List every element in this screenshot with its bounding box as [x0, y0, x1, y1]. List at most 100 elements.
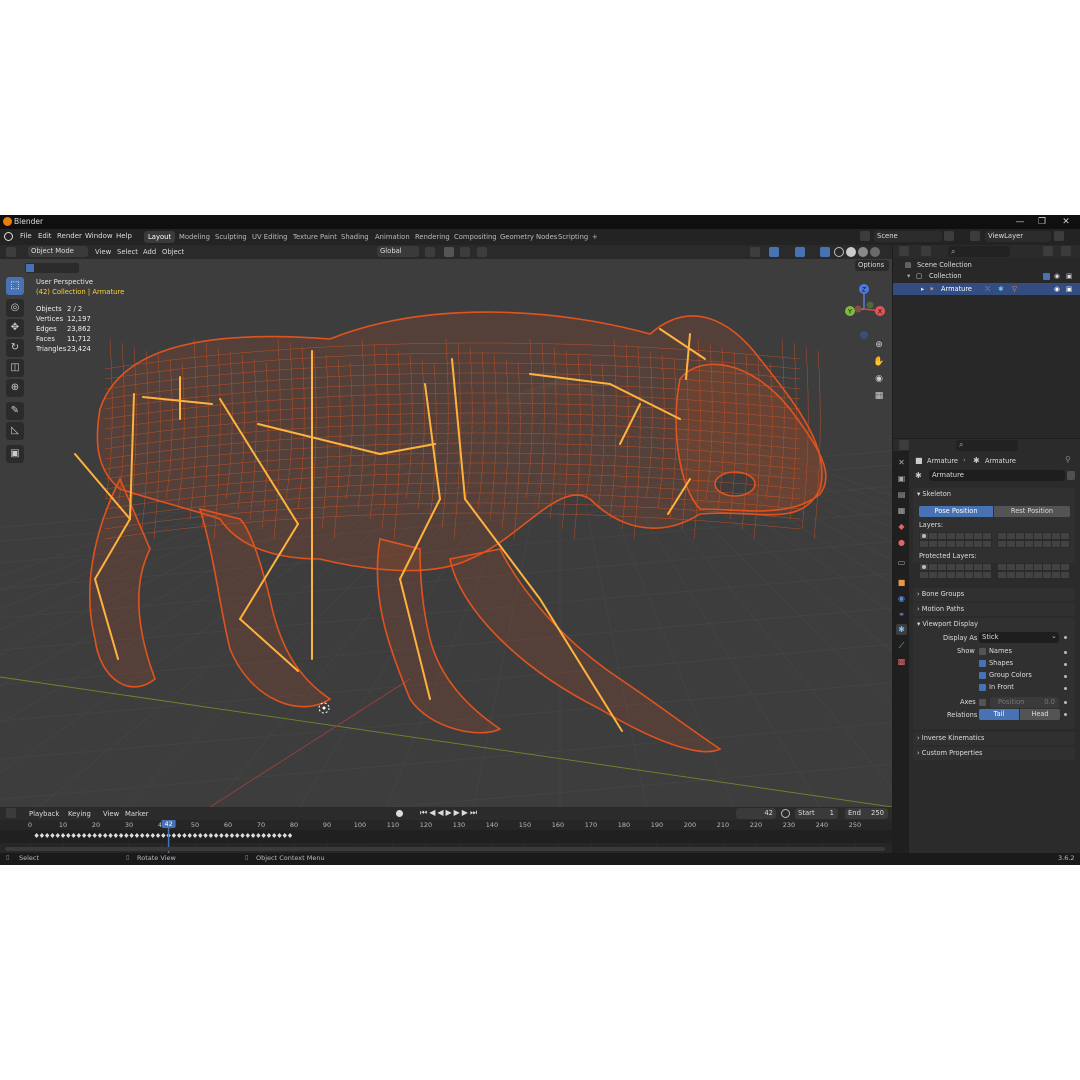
move-icon[interactable]: ✥	[6, 319, 24, 337]
relations-tail-button[interactable]: Tail	[979, 709, 1019, 720]
scene-icon[interactable]	[860, 231, 870, 241]
timeline-editor-type-icon[interactable]	[6, 808, 16, 818]
rotate-icon[interactable]: ↻	[6, 339, 24, 357]
rendered-shading-icon[interactable]	[870, 247, 880, 257]
neg-y-axis-icon[interactable]	[866, 301, 874, 309]
options-dropdown[interactable]: Options	[855, 260, 889, 271]
tab-geometry-nodes[interactable]: Geometry Nodes	[496, 231, 561, 243]
decorator-dot-icon[interactable]	[1064, 687, 1067, 690]
editor-type-icon[interactable]	[6, 247, 16, 257]
timeline-ruler[interactable]: 0102030405060708090100110120130140150160…	[0, 820, 892, 853]
timeline-editor[interactable]: Playback Keying View Marker ⏮◀◀▶▶▶⏭ 42 S…	[0, 807, 892, 853]
display-mode-icon[interactable]	[921, 246, 931, 256]
hand-icon[interactable]: ✋	[872, 355, 886, 369]
tab-shading[interactable]: Shading	[337, 231, 373, 243]
collection-tab-icon[interactable]: ▭	[896, 557, 907, 568]
camera-render-icon[interactable]: ▣	[1066, 271, 1072, 282]
tab-sculpting[interactable]: Sculpting	[211, 231, 251, 243]
scale-icon[interactable]: ◫	[6, 359, 24, 377]
menu-render[interactable]: Render	[57, 232, 82, 240]
filter-icon[interactable]	[1043, 246, 1053, 256]
decorator-dot-icon[interactable]	[1064, 701, 1067, 704]
constraints-tab-icon[interactable]: ⚭	[896, 609, 907, 620]
decorator-dot-icon[interactable]	[1064, 663, 1067, 666]
gizmo-toggle-icon[interactable]	[769, 247, 779, 257]
visibility-icon[interactable]	[750, 247, 760, 257]
render-tab-icon[interactable]: ▣	[896, 473, 907, 484]
tab-layout[interactable]: Layout	[144, 231, 176, 243]
camera-icon[interactable]: ◉	[872, 372, 886, 386]
menu-edit[interactable]: Edit	[38, 232, 52, 240]
decorator-dot-icon[interactable]	[1064, 713, 1067, 716]
properties-editor-type-icon[interactable]	[899, 440, 909, 450]
layer-toggle[interactable]	[982, 571, 992, 579]
properties-search-input[interactable]	[956, 440, 1018, 451]
bone-groups-panel-header[interactable]: › Bone Groups	[913, 588, 1075, 601]
motion-paths-panel-header[interactable]: › Motion Paths	[913, 603, 1075, 616]
tab-animation[interactable]: Animation	[371, 231, 414, 243]
tab-compositing[interactable]: Compositing	[450, 231, 501, 243]
mode-selector[interactable]: Object Mode	[28, 246, 88, 257]
armature-data-tab-icon[interactable]: ✱	[896, 624, 907, 635]
wireframe-shading-icon[interactable]	[834, 247, 844, 257]
solid-shading-icon[interactable]	[846, 247, 856, 257]
layer-toggle[interactable]	[1060, 563, 1070, 571]
skeleton-panel-header[interactable]: ▾ Skeleton	[913, 488, 1075, 501]
menu-add[interactable]: Add	[143, 246, 156, 258]
outliner[interactable]: ⌕ ▤ Scene Collection ▾ ▢ Collection ◉ ▣ …	[893, 245, 1080, 438]
armature-name-field[interactable]: Armature	[929, 470, 1065, 481]
protected-layers-grid[interactable]	[919, 563, 1070, 579]
view-layer-icon[interactable]	[970, 231, 980, 241]
axes-checkbox[interactable]	[979, 699, 986, 706]
add-cube-icon[interactable]: ▣	[6, 445, 24, 463]
breadcrumb-data[interactable]: Armature	[985, 457, 1016, 465]
selection-mode-group[interactable]	[25, 263, 79, 273]
3d-viewport[interactable]: Options ⬚ ◎ ✥ ↻ ◫ ⊕ ✎ ◺ ▣ User Perspecti…	[0, 259, 892, 807]
orientation-selector[interactable]: Global	[377, 246, 419, 257]
snap-target-icon[interactable]	[460, 247, 470, 257]
relations-head-button[interactable]: Head	[1020, 709, 1060, 720]
decorator-dot-icon[interactable]	[1064, 651, 1067, 654]
group-colors-checkbox[interactable]	[979, 672, 986, 679]
armature-data-icon[interactable]: ✱	[998, 283, 1004, 295]
menu-timeline-view[interactable]: View	[103, 808, 119, 820]
bone-tab-icon[interactable]: ⟋	[896, 640, 907, 651]
record-icon[interactable]	[396, 810, 403, 817]
expand-arrow-icon[interactable]: ▾	[907, 271, 910, 282]
pivot-icon[interactable]	[425, 247, 435, 257]
navigation-gizmo[interactable]: Z X Y	[838, 279, 892, 341]
menu-window[interactable]: Window	[85, 232, 113, 240]
outliner-row-scene-collection[interactable]: ▤ Scene Collection	[893, 260, 1080, 271]
tab-modeling[interactable]: Modeling	[175, 231, 214, 243]
world-tab-icon[interactable]: ●	[896, 537, 907, 548]
overlay-toggle-icon[interactable]	[795, 247, 805, 257]
neg-z-axis-icon[interactable]	[860, 331, 868, 339]
menu-keying[interactable]: Keying	[68, 808, 91, 820]
breadcrumb-object[interactable]: Armature	[927, 457, 958, 465]
add-workspace-button[interactable]: +	[588, 231, 602, 243]
close-button[interactable]: ✕	[1054, 216, 1078, 228]
outliner-editor-type-icon[interactable]	[899, 246, 909, 256]
custom-properties-panel-header[interactable]: › Custom Properties	[913, 747, 1075, 760]
properties-editor[interactable]: ⌕ ✕ ▣ ▤ ▦ ◆ ● ▭ ■ ◉ ⚭ ✱ ⟋ ▩ ■ Armature ›…	[893, 439, 1080, 853]
pose-icon[interactable]: ⤬	[985, 283, 990, 295]
shapes-checkbox[interactable]	[979, 660, 986, 667]
menu-select[interactable]: Select	[117, 246, 138, 258]
pin-icon[interactable]: ⚲	[1065, 455, 1071, 464]
blender-menu-icon[interactable]	[4, 232, 13, 241]
cursor-icon[interactable]: ◎	[6, 299, 24, 317]
scene-selector[interactable]: Scene	[874, 231, 942, 242]
menu-marker[interactable]: Marker	[125, 808, 149, 820]
minimize-button[interactable]: —	[1008, 216, 1032, 228]
menu-object[interactable]: Object	[162, 246, 184, 258]
expand-arrow-icon[interactable]: ▸	[921, 283, 924, 295]
physics-tab-icon[interactable]: ◉	[896, 593, 907, 604]
outliner-row-armature[interactable]: ▸ ✶ Armature ⤬ ✱ ▽ ◉ ▣	[893, 283, 1080, 295]
annotate-icon[interactable]: ✎	[6, 402, 24, 420]
layer-toggle[interactable]	[1060, 571, 1070, 579]
layer-toggle[interactable]	[982, 540, 992, 548]
current-frame-field[interactable]: 42	[736, 808, 776, 819]
viewport-display-panel-header[interactable]: ▾ Viewport Display	[913, 618, 1075, 631]
snap-icon[interactable]	[444, 247, 454, 257]
axes-position-field[interactable]: Position 0.0	[990, 697, 1059, 708]
